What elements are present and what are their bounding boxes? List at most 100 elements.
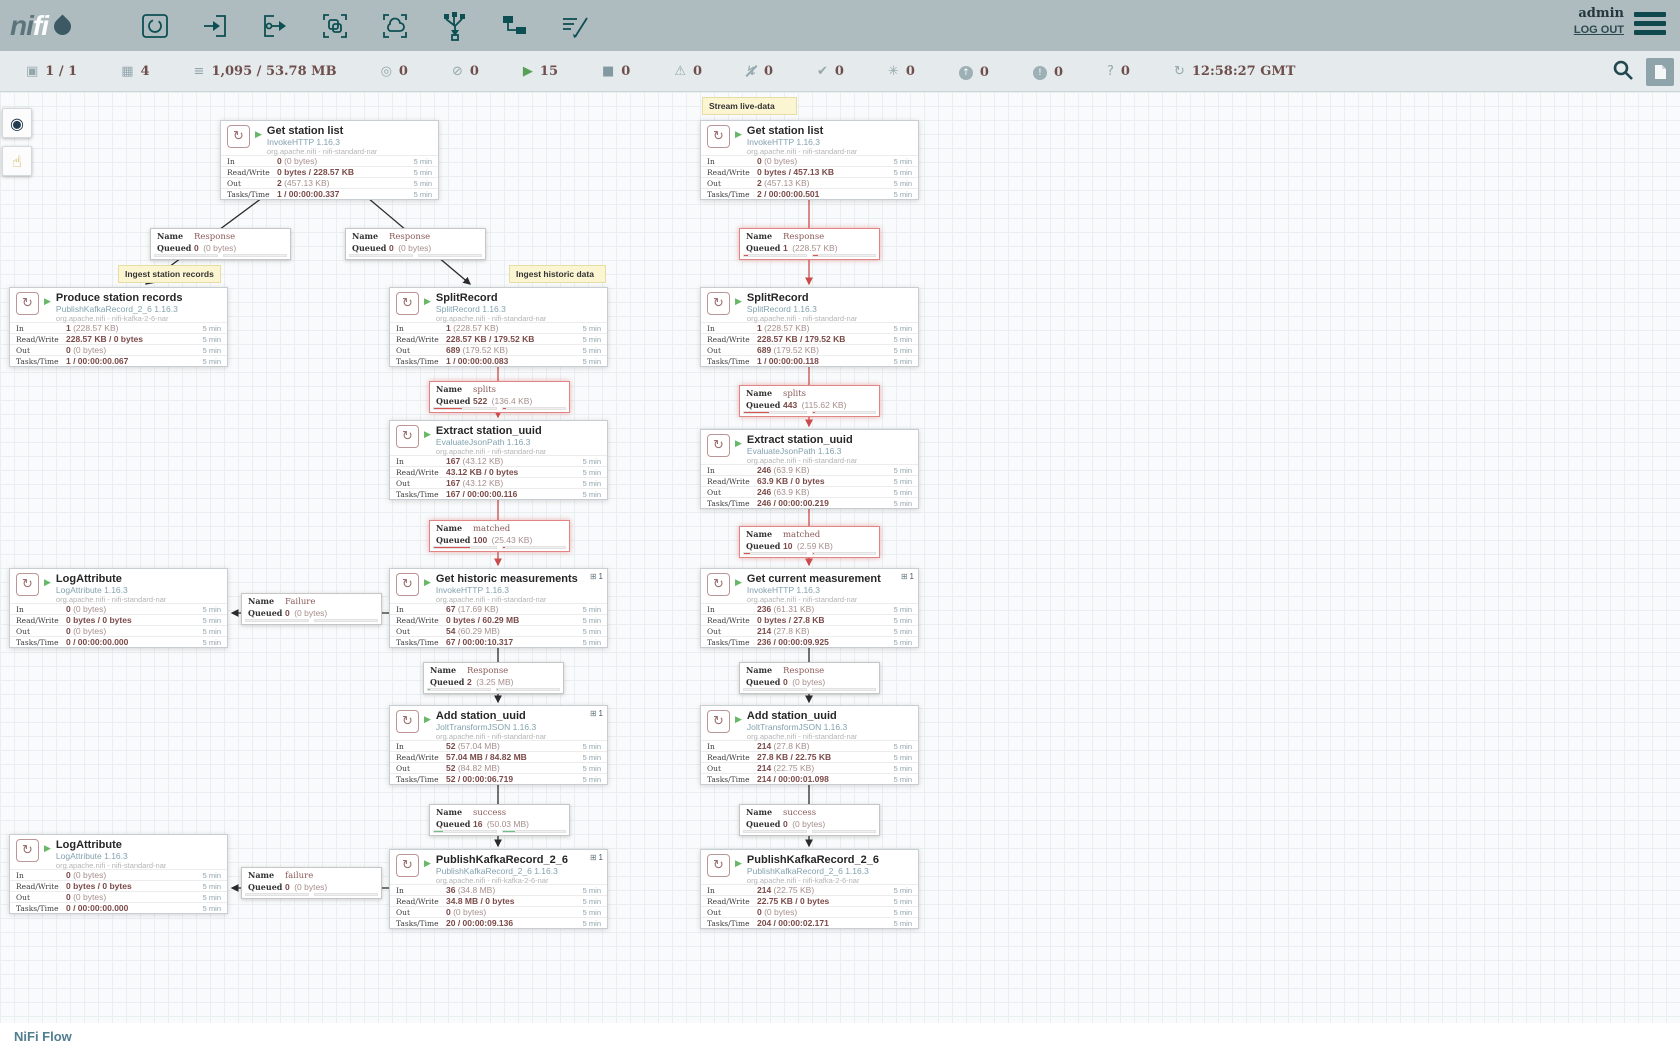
global-menu-button[interactable] [1634,12,1666,38]
label-icon[interactable] [558,9,592,43]
connection-label[interactable]: Namesplits Queued522 (136.4 KB) [429,381,570,413]
stopped-icon: ■ [602,64,614,79]
flow-canvas[interactable]: ◉ ☝ NiFi Flow ↻ ▶ Get station list Invok… [0,92,1680,1050]
processor-stat-row: Read/Write 228.57 KB / 179.52 KB 5 min [701,333,918,344]
stat-value: 167 (43.12 KB) [446,478,575,488]
disabled-status: ↯0 [746,64,773,79]
connection-label[interactable]: NameResponse Queued2 (3.25 MB) [423,662,564,694]
processor-icon[interactable] [138,9,172,43]
backpressure-bars [740,687,879,693]
birdseye-panel-button[interactable] [1646,58,1674,86]
connection-label[interactable]: Namesuccess Queued16 (50.03 MB) [429,804,570,836]
stat-window: 5 min [886,919,912,928]
status-count-value: 1 / 1 [45,64,77,79]
connection-label[interactable]: Namematched Queued100 (25.43 KB) [429,520,570,552]
processor-type-icon: ↻ [707,573,730,596]
connection-label[interactable]: NameResponse Queued0 (0 bytes) [150,228,291,260]
queued-size: (25.43 KB) [492,535,533,545]
run-status-icon: ▶ [735,297,742,307]
stat-window: 5 min [575,324,601,333]
connection-label[interactable]: Namesuccess Queued0 (0 bytes) [739,804,880,836]
status-bar: ▣1 / 1▦4≡1,095 / 53.78 MB◎0⊘0▶15■0⚠0↯0✔0… [0,51,1680,92]
funnel-icon[interactable] [438,9,472,43]
connection-label[interactable]: NameFailure Queued0 (0 bytes) [241,593,382,625]
processor-get-station-list-historic[interactable]: ↻ ▶ Get station list InvokeHTTP 1.16.3 o… [220,120,439,200]
breadcrumb-root[interactable]: NiFi Flow [14,1029,72,1044]
connection-label[interactable]: NameResponse Queued0 (0 bytes) [345,228,486,260]
stat-value: 54 (60.29 MB) [446,626,575,636]
processor-stat-row: Read/Write 0 bytes / 60.29 MB 5 min [390,614,607,625]
canvas-label[interactable]: Ingest station records [118,265,221,283]
stat-value: 0 bytes / 0 bytes [66,615,195,625]
stat-label: Tasks/Time [707,775,757,784]
logo-text-fi: fi [33,10,48,42]
processor-stat-row: Tasks/Time 204 / 00:00:02.171 5 min [701,917,918,928]
backpressure-count-bar [427,688,491,691]
processor-log-attribute-2[interactable]: ↻ ▶ LogAttribute LogAttribute 1.16.3 org… [9,834,228,914]
process-group-icon[interactable] [318,9,352,43]
remote-process-group-icon[interactable] [378,9,412,43]
connection-label[interactable]: Namesplits Queued443 (115.62 KB) [739,385,880,417]
processor-type: InvokeHTTP 1.16.3 [747,585,881,595]
stat-label: Out [396,764,446,773]
backpressure-bars [424,687,563,693]
stat-value: 214 (27.8 KB) [757,626,886,636]
processor-get-station-list-live[interactable]: ↻ ▶ Get station list InvokeHTTP 1.16.3 o… [700,120,919,200]
stat-value: 0 (0 bytes) [757,156,886,166]
stat-window: 5 min [886,627,912,636]
stat-label: Out [227,179,277,188]
logout-link[interactable]: LOG OUT [1574,24,1624,36]
processor-extract-station-uuid-historic[interactable]: ↻ ▶ Extract station_uuid EvaluateJsonPat… [389,420,608,500]
stat-value: 52 (57.04 MB) [446,741,575,751]
status-count-value: 4 [140,64,149,79]
navigate-palette-button[interactable]: ◉ [2,108,32,138]
stat-label: Out [707,908,757,917]
run-status-icon: ▶ [44,844,51,854]
operate-palette-button[interactable]: ☝ [2,146,32,176]
processor-get-historic-measurements[interactable]: ↻ ▶ Get historic measurements InvokeHTTP… [389,568,608,648]
stat-value: 0 bytes / 0 bytes [66,881,195,891]
connection-label[interactable]: NameResponse Queued0 (0 bytes) [739,662,880,694]
processor-get-current-measurement[interactable]: ↻ ▶ Get current measurement InvokeHTTP 1… [700,568,919,648]
canvas-label[interactable]: Ingest historic data [509,265,606,283]
run-status-icon: ▶ [424,715,431,725]
hand-pointer-icon: ☝ [12,152,22,171]
processor-stat-row: In 1 (228.57 KB) 5 min [701,322,918,333]
search-button[interactable] [1608,57,1638,87]
processor-stat-row: Out 689 (179.52 KB) 5 min [701,344,918,355]
stat-label: Out [707,627,757,636]
processor-publish-kafka-live[interactable]: ↻ ▶ PublishKafkaRecord_2_6 PublishKafkaR… [700,849,919,929]
processor-stat-row: Tasks/Time 0 / 00:00:00.000 5 min [10,902,227,913]
backpressure-size-bar [812,411,876,414]
stat-value: 0 (0 bytes) [277,156,406,166]
stat-value: 689 (179.52 KB) [757,345,886,355]
stat-value: 1 / 00:00:00.118 [757,356,886,366]
processor-log-attribute-1[interactable]: ↻ ▶ LogAttribute LogAttribute 1.16.3 org… [9,568,228,648]
connection-label[interactable]: Namefailure Queued0 (0 bytes) [241,867,382,899]
output-port-icon[interactable] [258,9,292,43]
connection-label[interactable]: NameResponse Queued1 (228.57 KB) [739,228,880,260]
canvas-label[interactable]: Stream live-data [702,97,797,115]
processor-publish-kafka-historic[interactable]: ↻ ▶ PublishKafkaRecord_2_6 PublishKafkaR… [389,849,608,929]
processor-splitrecord-historic[interactable]: ↻ ▶ SplitRecord SplitRecord 1.16.3 org.a… [389,287,608,367]
processor-stat-row: Out 52 (84.82 MB) 5 min [390,762,607,773]
processor-splitrecord-live[interactable]: ↻ ▶ SplitRecord SplitRecord 1.16.3 org.a… [700,287,919,367]
input-port-icon[interactable] [198,9,232,43]
stat-value: 34.8 MB / 0 bytes [446,896,575,906]
processor-produce-station-records[interactable]: ↻ ▶ Produce station records PublishKafka… [9,287,228,367]
processor-add-station-uuid-historic[interactable]: ↻ ▶ Add station_uuid JoltTransformJSON 1… [389,705,608,785]
processor-stat-row: Read/Write 0 bytes / 0 bytes 5 min [10,614,227,625]
connection-queued-key: Queued [746,243,783,253]
template-icon[interactable] [498,9,532,43]
processor-extract-station-uuid-live[interactable]: ↻ ▶ Extract station_uuid EvaluateJsonPat… [700,429,919,509]
stat-label: Tasks/Time [707,919,757,928]
queued-count: 0 [194,243,199,253]
active-threads-badge: ⊞1 [590,709,603,718]
processor-add-station-uuid-live[interactable]: ↻ ▶ Add station_uuid JoltTransformJSON 1… [700,705,919,785]
refresh-icon[interactable]: ↻ [1174,64,1185,79]
backpressure-bars [151,253,290,259]
processor-stat-row: Out 167 (43.12 KB) 5 min [390,477,607,488]
stat-label: Out [707,179,757,188]
connection-label[interactable]: Namematched Queued10 (2.59 KB) [739,526,880,558]
stat-value: 0 (0 bytes) [66,870,195,880]
